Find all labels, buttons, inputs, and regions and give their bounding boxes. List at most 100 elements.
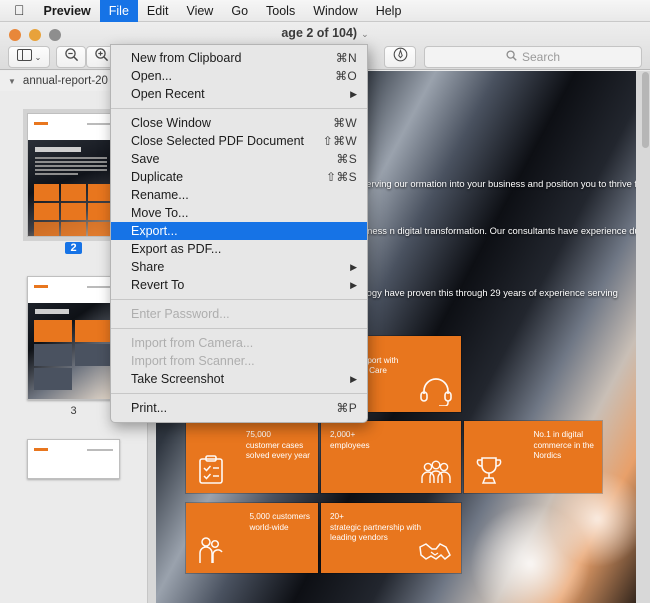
- menu-item-export[interactable]: Export...: [111, 222, 367, 240]
- menu-item-label: Open Recent: [131, 85, 350, 103]
- info-tile-customers-worldwide: 5,000 customers world-wide: [186, 503, 318, 573]
- menu-item-enter-password: Enter Password...: [111, 305, 367, 323]
- menu-item-label: Save: [131, 150, 336, 168]
- search-icon: [506, 48, 517, 66]
- sidebar-view-icon: [17, 48, 32, 66]
- menu-separator: [111, 328, 367, 329]
- menu-item-take-screenshot[interactable]: Take Screenshot ▶: [111, 370, 367, 388]
- chevron-down-icon: ⌄: [35, 53, 42, 62]
- menu-file[interactable]: File: [100, 0, 138, 22]
- thumbnail-page-number-2: 2: [65, 242, 81, 254]
- info-tile-employees: 2,000+ employees: [321, 421, 461, 493]
- tile-text: No.1 in digital commerce in the Nordics: [533, 430, 594, 462]
- thumb-stat-tile: [34, 368, 72, 390]
- thumb-stat-tile: [75, 320, 113, 342]
- menu-item-label: Import from Camera...: [131, 334, 357, 352]
- markup-toolbar-button[interactable]: [384, 46, 416, 68]
- menu-item-label: Close Selected PDF Document: [131, 132, 323, 150]
- disclosure-triangle-icon[interactable]: ▼: [8, 77, 16, 86]
- thumb-title-line: [35, 309, 69, 314]
- menu-item-move-to[interactable]: Move To...: [111, 204, 367, 222]
- thumbnail-image-page-3[interactable]: [27, 276, 120, 400]
- menu-window[interactable]: Window: [304, 0, 366, 22]
- preview-window: age 2 of 104) ⌄ ⌄: [0, 22, 650, 603]
- search-input[interactable]: Search: [424, 46, 642, 68]
- submenu-arrow-icon: ▶: [350, 370, 357, 388]
- sidebar-filename: annual-report-20: [23, 75, 108, 87]
- menu-item-label: Rename...: [131, 186, 357, 204]
- info-tile-customer-cases: 75,000 customer cases solved every year: [186, 421, 318, 493]
- trophy-icon: [472, 455, 506, 485]
- zoom-out-icon: [64, 47, 79, 67]
- file-dropdown-menu[interactable]: New from Clipboard ⌘N Open... ⌘O Open Re…: [110, 44, 368, 423]
- thumbnail-image-page-4[interactable]: [27, 439, 120, 479]
- thumbnail-image-page-2[interactable]: [27, 113, 120, 237]
- menu-item-share[interactable]: Share ▶: [111, 258, 367, 276]
- menu-separator: [111, 393, 367, 394]
- info-tile-digital-commerce: No.1 in digital commerce in the Nordics: [464, 421, 602, 493]
- menu-help[interactable]: Help: [367, 0, 411, 22]
- menu-item-export-as-pdf[interactable]: Export as PDF...: [111, 240, 367, 258]
- menu-item-duplicate[interactable]: Duplicate ⇧⌘S: [111, 168, 367, 186]
- zoom-out-button[interactable]: [56, 46, 86, 68]
- menu-item-shortcut: ⇧⌘S: [326, 168, 357, 186]
- menu-edit[interactable]: Edit: [138, 0, 178, 22]
- macos-menu-bar:  Preview File Edit View Go Tools Window…: [0, 0, 650, 22]
- info-tile-strategic-partnerships: 20+ strategic partnership with leading v…: [321, 503, 461, 573]
- thumb-title-line: [35, 147, 81, 152]
- thumb-header-band: [28, 440, 119, 466]
- apple-menu-icon[interactable]: : [0, 0, 35, 22]
- menu-item-shortcut: ⌘N: [336, 49, 357, 67]
- menu-tools[interactable]: Tools: [257, 0, 304, 22]
- menu-item-save[interactable]: Save ⌘S: [111, 150, 367, 168]
- thumbnail-item-page-4[interactable]: [0, 439, 147, 479]
- thumbnail-page-number-3: 3: [70, 405, 76, 417]
- tile-text: 5,000 customers world-wide: [249, 512, 310, 533]
- submenu-arrow-icon: ▶: [350, 276, 357, 294]
- menu-item-shortcut: ⌘P: [336, 399, 357, 417]
- menu-item-revert-to[interactable]: Revert To ▶: [111, 276, 367, 294]
- zoom-in-icon: [94, 47, 109, 67]
- menu-item-label: Enter Password...: [131, 305, 357, 323]
- menu-item-close-window[interactable]: Close Window ⌘W: [111, 114, 367, 132]
- search-placeholder: Search: [522, 50, 560, 64]
- tile-text: 2,000+ employees: [330, 430, 370, 451]
- sidebar-toggle-button[interactable]: ⌄: [8, 46, 50, 68]
- menu-view[interactable]: View: [177, 0, 222, 22]
- menu-item-import-from-scanner: Import from Scanner...: [111, 352, 367, 370]
- submenu-arrow-icon: ▶: [350, 258, 357, 276]
- menu-item-shortcut: ⌘O: [335, 67, 357, 85]
- thumb-header-band: [28, 114, 119, 140]
- menu-item-label: New from Clipboard: [131, 49, 336, 67]
- preview-app-window:  Preview File Edit View Go Tools Window…: [0, 0, 650, 603]
- markup-pen-icon: [393, 47, 408, 67]
- menu-item-open-recent[interactable]: Open Recent ▶: [111, 85, 367, 103]
- thumb-text-lines: [35, 157, 107, 177]
- window-title-text: age 2 of 104): [281, 26, 357, 40]
- tile-text: 20+ strategic partnership with leading v…: [330, 512, 421, 544]
- menu-item-print[interactable]: Print... ⌘P: [111, 399, 367, 417]
- document-vertical-scrollbar[interactable]: [642, 72, 649, 148]
- menu-item-label: Open...: [131, 67, 335, 85]
- menu-item-rename[interactable]: Rename...: [111, 186, 367, 204]
- menu-separator: [111, 108, 367, 109]
- menu-item-shortcut: ⌘S: [336, 150, 357, 168]
- thumb-stat-tile: [34, 344, 72, 366]
- people-group-icon: [419, 457, 453, 487]
- menu-item-label: Export as PDF...: [131, 240, 357, 258]
- handshake-icon: [419, 537, 453, 567]
- menu-item-label: Print...: [131, 399, 336, 417]
- menu-item-label: Import from Scanner...: [131, 352, 357, 370]
- headset-icon: [419, 376, 453, 406]
- menu-item-label: Duplicate: [131, 168, 326, 186]
- thumb-page-body: [28, 140, 119, 236]
- menu-item-new-from-clipboard[interactable]: New from Clipboard ⌘N: [111, 49, 367, 67]
- title-chevron-down-icon[interactable]: ⌄: [361, 29, 369, 39]
- menu-go[interactable]: Go: [222, 0, 257, 22]
- menu-preview[interactable]: Preview: [35, 0, 100, 22]
- menu-item-label: Share: [131, 258, 350, 276]
- menu-item-close-selected-pdf-document[interactable]: Close Selected PDF Document ⇧⌘W: [111, 132, 367, 150]
- menu-item-open[interactable]: Open... ⌘O: [111, 67, 367, 85]
- menu-item-label: Move To...: [131, 204, 357, 222]
- thumb-header-band: [28, 277, 119, 303]
